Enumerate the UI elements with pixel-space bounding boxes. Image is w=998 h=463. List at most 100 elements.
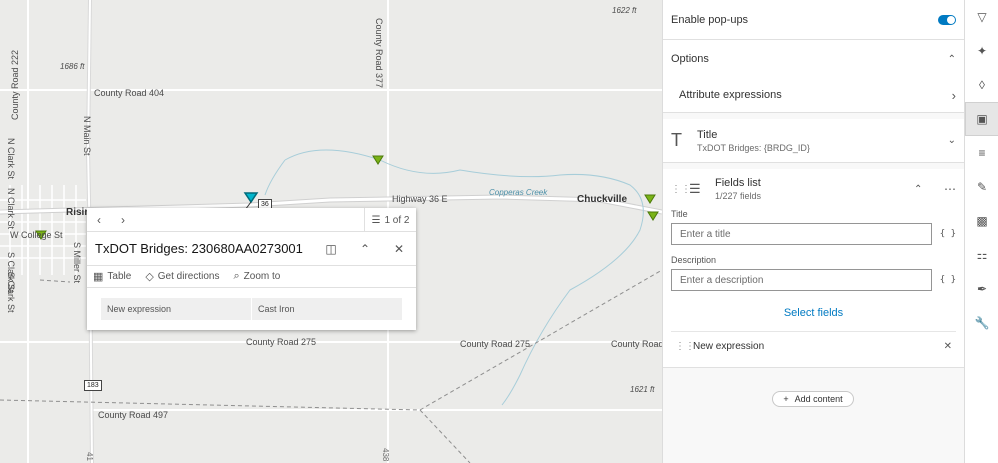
bridge-marker — [647, 211, 659, 221]
chevron-right-icon: › — [951, 87, 956, 103]
road-label: Highway 36 E — [392, 194, 448, 204]
options-section: Options ⌃ Attribute expressions › — [663, 40, 964, 113]
fields-table-row: New expression Cast Iron — [101, 298, 402, 320]
road-label: County Road 377 — [374, 18, 384, 89]
sketch-tool[interactable]: ✒ — [965, 272, 998, 306]
plus-icon: + — [783, 394, 789, 404]
styles-icon: ◊ — [979, 78, 985, 92]
popups-tool[interactable]: ▣ — [965, 102, 998, 136]
road-label: N Clark St — [6, 138, 16, 180]
drag-handle-icon[interactable]: ⋮⋮ — [671, 184, 691, 195]
drag-handle-icon[interactable]: ⋮⋮ — [675, 341, 695, 352]
road-label: 438 — [381, 448, 390, 462]
road-label: 41 — [85, 452, 94, 461]
filter-icon: ▽ — [977, 10, 987, 24]
chevron-right-icon: › — [121, 212, 125, 227]
road-label: N Main St — [82, 116, 92, 156]
road-label: County Road 404 — [94, 88, 165, 98]
feature-popup: ‹ › ☰ 1 of 2 TxDOT Bridges: 230680AA0273… — [87, 208, 416, 330]
title-field-label: Title — [671, 209, 688, 219]
sparkle-icon: ✦ — [976, 44, 988, 58]
more-options-icon[interactable]: ⋯ — [944, 182, 956, 196]
fields-list-label: Fields list — [715, 177, 761, 189]
text-icon: T — [671, 130, 682, 150]
creek-label: Copperas Creek — [489, 188, 548, 197]
road-label: County Road 222 — [10, 49, 20, 120]
description-input[interactable]: Enter a description — [671, 269, 932, 291]
collapse-button[interactable]: ⌃ — [348, 242, 382, 256]
add-content-label: Add content — [794, 394, 843, 404]
attribute-expressions-row[interactable]: Attribute expressions › — [663, 78, 964, 112]
select-fields-link[interactable]: Select fields — [784, 307, 843, 319]
field-value-cell: Cast Iron — [258, 304, 295, 314]
popup-title: TxDOT Bridges: 230680AA0273001 — [95, 241, 303, 256]
map-view[interactable]: County Road 404 County Road 377 County R… — [0, 0, 662, 463]
road-label: W College St — [10, 230, 63, 240]
filter-tool[interactable]: ▽ — [965, 0, 998, 34]
chevron-up-icon[interactable]: ⌃ — [914, 184, 944, 195]
dock-button[interactable]: ◫ — [314, 242, 348, 256]
directions-action-label: Get directions — [157, 271, 220, 282]
wrench-icon: 🔧 — [974, 316, 990, 330]
road-label: County Road 275 — [460, 339, 531, 349]
charts-tool[interactable]: ▩ — [965, 204, 998, 238]
enable-popups-toggle[interactable] — [938, 14, 956, 25]
remove-icon[interactable]: ✕ — [944, 341, 952, 352]
fields-list-header[interactable]: ⋮⋮ ☰ Fields list 1/227 fields ⌃ ⋯ — [663, 169, 964, 209]
title-input[interactable]: Enter a title — [671, 223, 932, 245]
title-block-card[interactable]: T Title TxDOT Bridges: {BRDG_ID} ⌄ — [663, 119, 964, 163]
chevron-left-icon: ‹ — [97, 212, 101, 227]
title-block-value: TxDOT Bridges: {BRDG_ID} — [697, 142, 810, 153]
prev-feature-button[interactable]: ‹ — [87, 208, 111, 232]
directions-action[interactable]: ◇ Get directions — [145, 270, 219, 283]
chevron-down-icon: ⌄ — [947, 135, 956, 146]
elevation-label: 1622 ft — [612, 6, 637, 15]
chart-icon: ▩ — [976, 214, 988, 228]
expression-list-item[interactable]: ⋮⋮ New expression ✕ — [671, 331, 956, 361]
town-label: Chuckville — [577, 194, 628, 205]
effects-tool[interactable]: ✦ — [965, 34, 998, 68]
chevron-up-icon: ⌃ — [359, 241, 371, 256]
close-popup-button[interactable]: ✕ — [382, 242, 416, 256]
properties-tool[interactable]: 🔧 — [965, 306, 998, 340]
attribute-expressions-label: Attribute expressions — [679, 89, 782, 101]
zoom-action[interactable]: ⌕ Zoom to — [233, 270, 280, 283]
table-action-label: Table — [107, 271, 132, 282]
add-content-button[interactable]: + Add content — [772, 391, 854, 407]
road-label: S Miller St — [72, 242, 82, 284]
directions-icon: ◇ — [145, 271, 154, 283]
pencil-icon: ✎ — [976, 180, 988, 194]
bridge-marker — [644, 194, 656, 204]
road-label: N Clark St — [6, 188, 16, 230]
side-toolbar: ▽ ✦ ◊ ▣ ≡ ✎ ▩ ⚏ ✒ 🔧 — [964, 0, 998, 463]
fields-count: 1/227 fields — [715, 191, 762, 201]
options-label: Options — [671, 53, 709, 65]
road-label: County Road 275 — [246, 337, 317, 347]
labels-tool[interactable]: ✎ — [965, 170, 998, 204]
popup-header: TxDOT Bridges: 230680AA0273001 ◫ ⌃ ✕ — [87, 232, 416, 266]
zoom-icon: ⌕ — [233, 270, 240, 282]
feature-pager-button[interactable]: ☰ 1 of 2 — [364, 208, 416, 232]
next-feature-button[interactable]: › — [111, 208, 135, 232]
popup-actions: ▦ Table ◇ Get directions ⌕ Zoom to — [87, 266, 416, 288]
styles-tool[interactable]: ◊ — [965, 68, 998, 102]
description-field-label: Description — [671, 255, 717, 265]
elevation-label: 1621 ft — [630, 385, 655, 394]
fields-list-icon: ☰ — [689, 181, 701, 196]
road-label: County Road 497 — [98, 410, 169, 420]
title-expression-button[interactable]: { } — [940, 229, 956, 239]
enable-popups-row: Enable pop-ups — [663, 0, 964, 40]
fields-list-card: ⋮⋮ ☰ Fields list 1/227 fields ⌃ ⋯ Title … — [663, 169, 964, 368]
description-expression-button[interactable]: { } — [940, 275, 956, 285]
options-header[interactable]: Options ⌃ — [663, 40, 964, 78]
selected-bridge-marker — [243, 192, 259, 204]
table-action[interactable]: ▦ Table — [93, 270, 131, 283]
title-block-label: Title — [697, 128, 718, 141]
list-icon: ☰ — [371, 214, 381, 226]
forms-tool[interactable]: ⚏ — [965, 238, 998, 272]
fields-tool[interactable]: ≡ — [965, 136, 998, 170]
add-content-wrapper: + Add content — [663, 391, 963, 407]
sketch-icon: ✒ — [976, 282, 988, 296]
enable-popups-label: Enable pop-ups — [671, 13, 749, 26]
field-name-cell: New expression — [101, 298, 252, 320]
